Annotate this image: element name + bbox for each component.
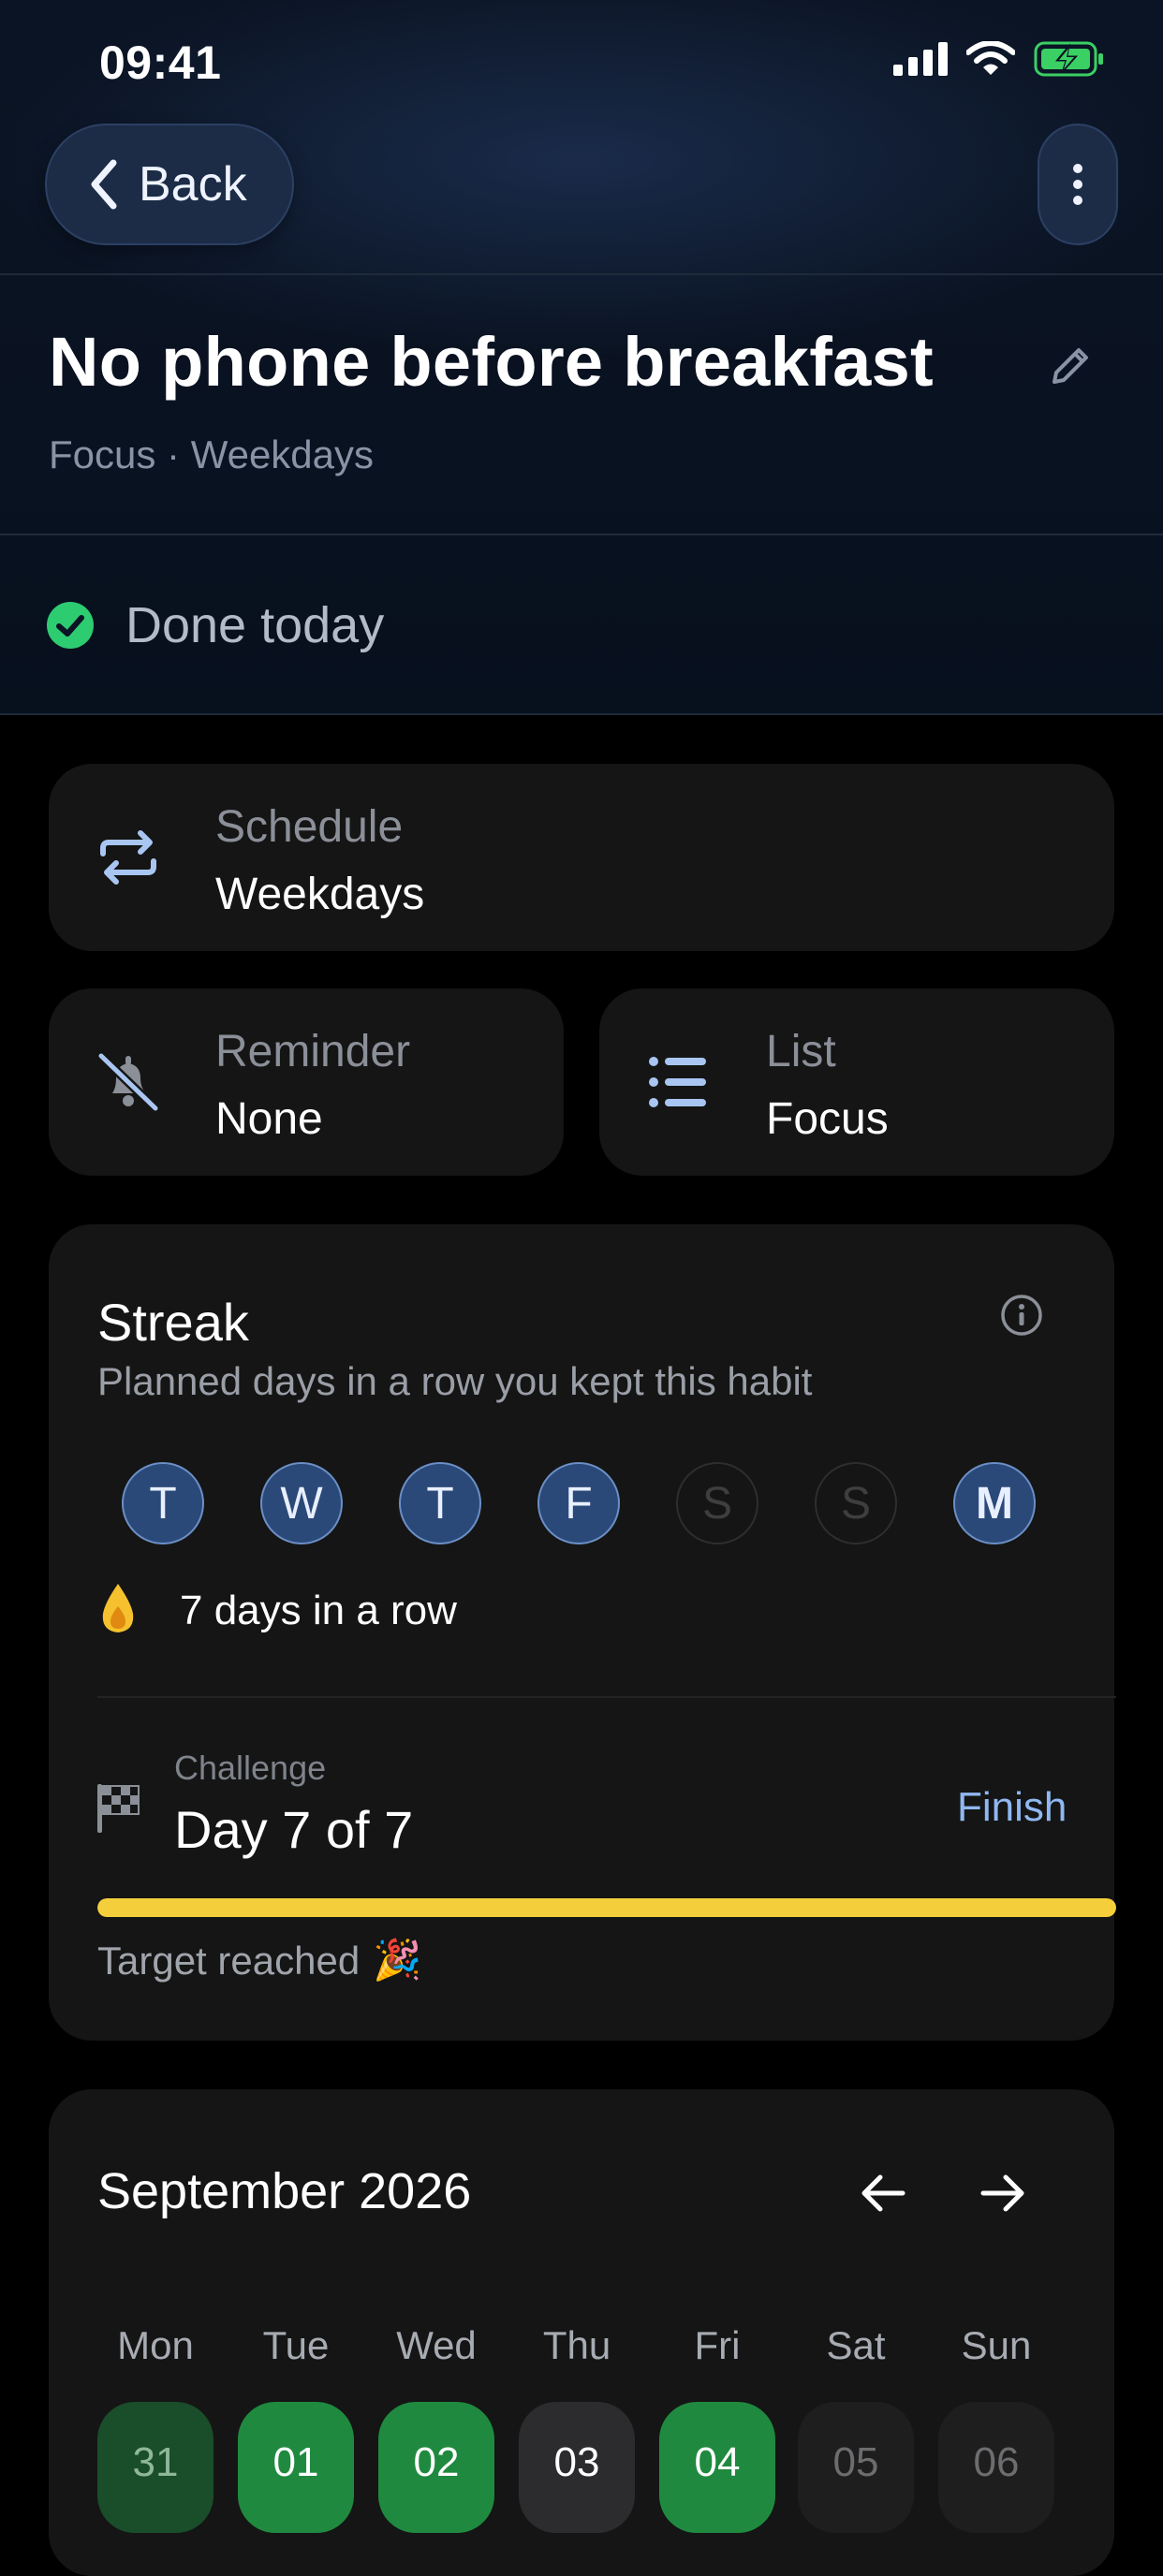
- calendar-card: September 2026 Mon Tue Wed Thu Fri Sat S…: [49, 2089, 1114, 2576]
- weekday-label: Wed: [396, 2323, 477, 2367]
- header-background: 09:41 Back No phone before breakfast Foc…: [0, 0, 1163, 715]
- check-circle-icon: [47, 602, 94, 649]
- wifi-icon: [966, 41, 1015, 75]
- status-bar: 09:41: [0, 0, 1163, 122]
- schedule-label: Schedule: [215, 802, 404, 852]
- chevron-left-icon: [91, 159, 117, 210]
- calendar-day[interactable]: 02: [378, 2402, 494, 2533]
- streak-day: F: [537, 1462, 620, 1544]
- streak-count: 7 days in a row: [180, 1588, 457, 1633]
- schedule-card[interactable]: Schedule Weekdays: [49, 764, 1114, 951]
- calendar-day[interactable]: 31: [97, 2402, 213, 2533]
- weekday-label: Sun: [961, 2323, 1032, 2367]
- list-label: List: [766, 1027, 836, 1076]
- challenge-progress-fill: [97, 1898, 1116, 1917]
- streak-divider: [97, 1696, 1116, 1698]
- streak-day: S: [676, 1462, 758, 1544]
- schedule-value: Weekdays: [215, 870, 425, 919]
- status-icons: [893, 41, 1105, 77]
- done-divider: [0, 713, 1163, 715]
- list-icon: [649, 1057, 706, 1107]
- calendar-day[interactable]: 01: [238, 2402, 354, 2533]
- arrow-left-icon[interactable]: [858, 2168, 908, 2218]
- list-value: Focus: [766, 1094, 889, 1144]
- header-divider: [0, 273, 1163, 275]
- weekday-label: Thu: [542, 2323, 611, 2367]
- challenge-label: Challenge: [174, 1749, 327, 1787]
- target-note: Target reached 🎉: [97, 1938, 421, 1983]
- calendar-day[interactable]: 05: [798, 2402, 914, 2533]
- streak-subtitle: Planned days in a row you kept this habi…: [97, 1359, 813, 1403]
- streak-day: T: [399, 1462, 481, 1544]
- back-label: Back: [139, 157, 247, 212]
- weekday-label: Mon: [117, 2323, 194, 2367]
- habit-subtitle: Focus · Weekdays: [49, 432, 375, 476]
- info-icon[interactable]: [1000, 1294, 1043, 1337]
- signal-icon: [893, 42, 948, 76]
- streak-day: W: [260, 1462, 343, 1544]
- finish-button[interactable]: Finish: [957, 1784, 1067, 1831]
- calendar-day-today[interactable]: 03: [519, 2402, 635, 2533]
- streak-day: S: [815, 1462, 897, 1544]
- flame-icon: [102, 1584, 134, 1632]
- pencil-icon[interactable]: [1047, 343, 1094, 389]
- target-note-text: Target reached: [97, 1938, 361, 1983]
- streak-day: T: [122, 1462, 204, 1544]
- weekday-label: Tue: [262, 2323, 330, 2367]
- back-button[interactable]: Back: [45, 124, 294, 245]
- more-vertical-icon: [1073, 164, 1082, 205]
- calendar-month: September 2026: [97, 2163, 472, 2219]
- more-button[interactable]: [1038, 124, 1118, 245]
- habit-title: No phone before breakfast: [49, 323, 935, 401]
- flag-icon: [97, 1784, 140, 1833]
- challenge-value: Day 7 of 7: [174, 1800, 414, 1859]
- reminder-value: None: [215, 1094, 323, 1144]
- repeat-icon: [100, 830, 156, 885]
- done-today-label: Done today: [125, 597, 385, 653]
- title-divider: [0, 534, 1163, 535]
- battery-charging-icon: [1034, 41, 1103, 77]
- reminder-label: Reminder: [215, 1027, 411, 1076]
- status-time: 09:41: [99, 37, 222, 89]
- weekday-label: Sat: [826, 2323, 886, 2367]
- calendar-day[interactable]: 04: [659, 2402, 775, 2533]
- arrow-right-icon[interactable]: [978, 2168, 1028, 2218]
- reminder-card[interactable]: Reminder None: [49, 988, 564, 1176]
- challenge-progress-bar: [97, 1898, 1116, 1917]
- calendar-day[interactable]: 06: [938, 2402, 1054, 2533]
- streak-day: M: [953, 1462, 1036, 1544]
- weekday-label: Fri: [694, 2323, 741, 2367]
- streak-title: Streak: [97, 1293, 249, 1352]
- streak-card: Streak Planned days in a row you kept th…: [49, 1224, 1116, 2041]
- done-today-toggle[interactable]: Done today: [45, 595, 384, 655]
- party-popper-icon: 🎉: [373, 1938, 422, 1982]
- bell-off-icon: [96, 1051, 160, 1113]
- list-card[interactable]: List Focus: [599, 988, 1114, 1176]
